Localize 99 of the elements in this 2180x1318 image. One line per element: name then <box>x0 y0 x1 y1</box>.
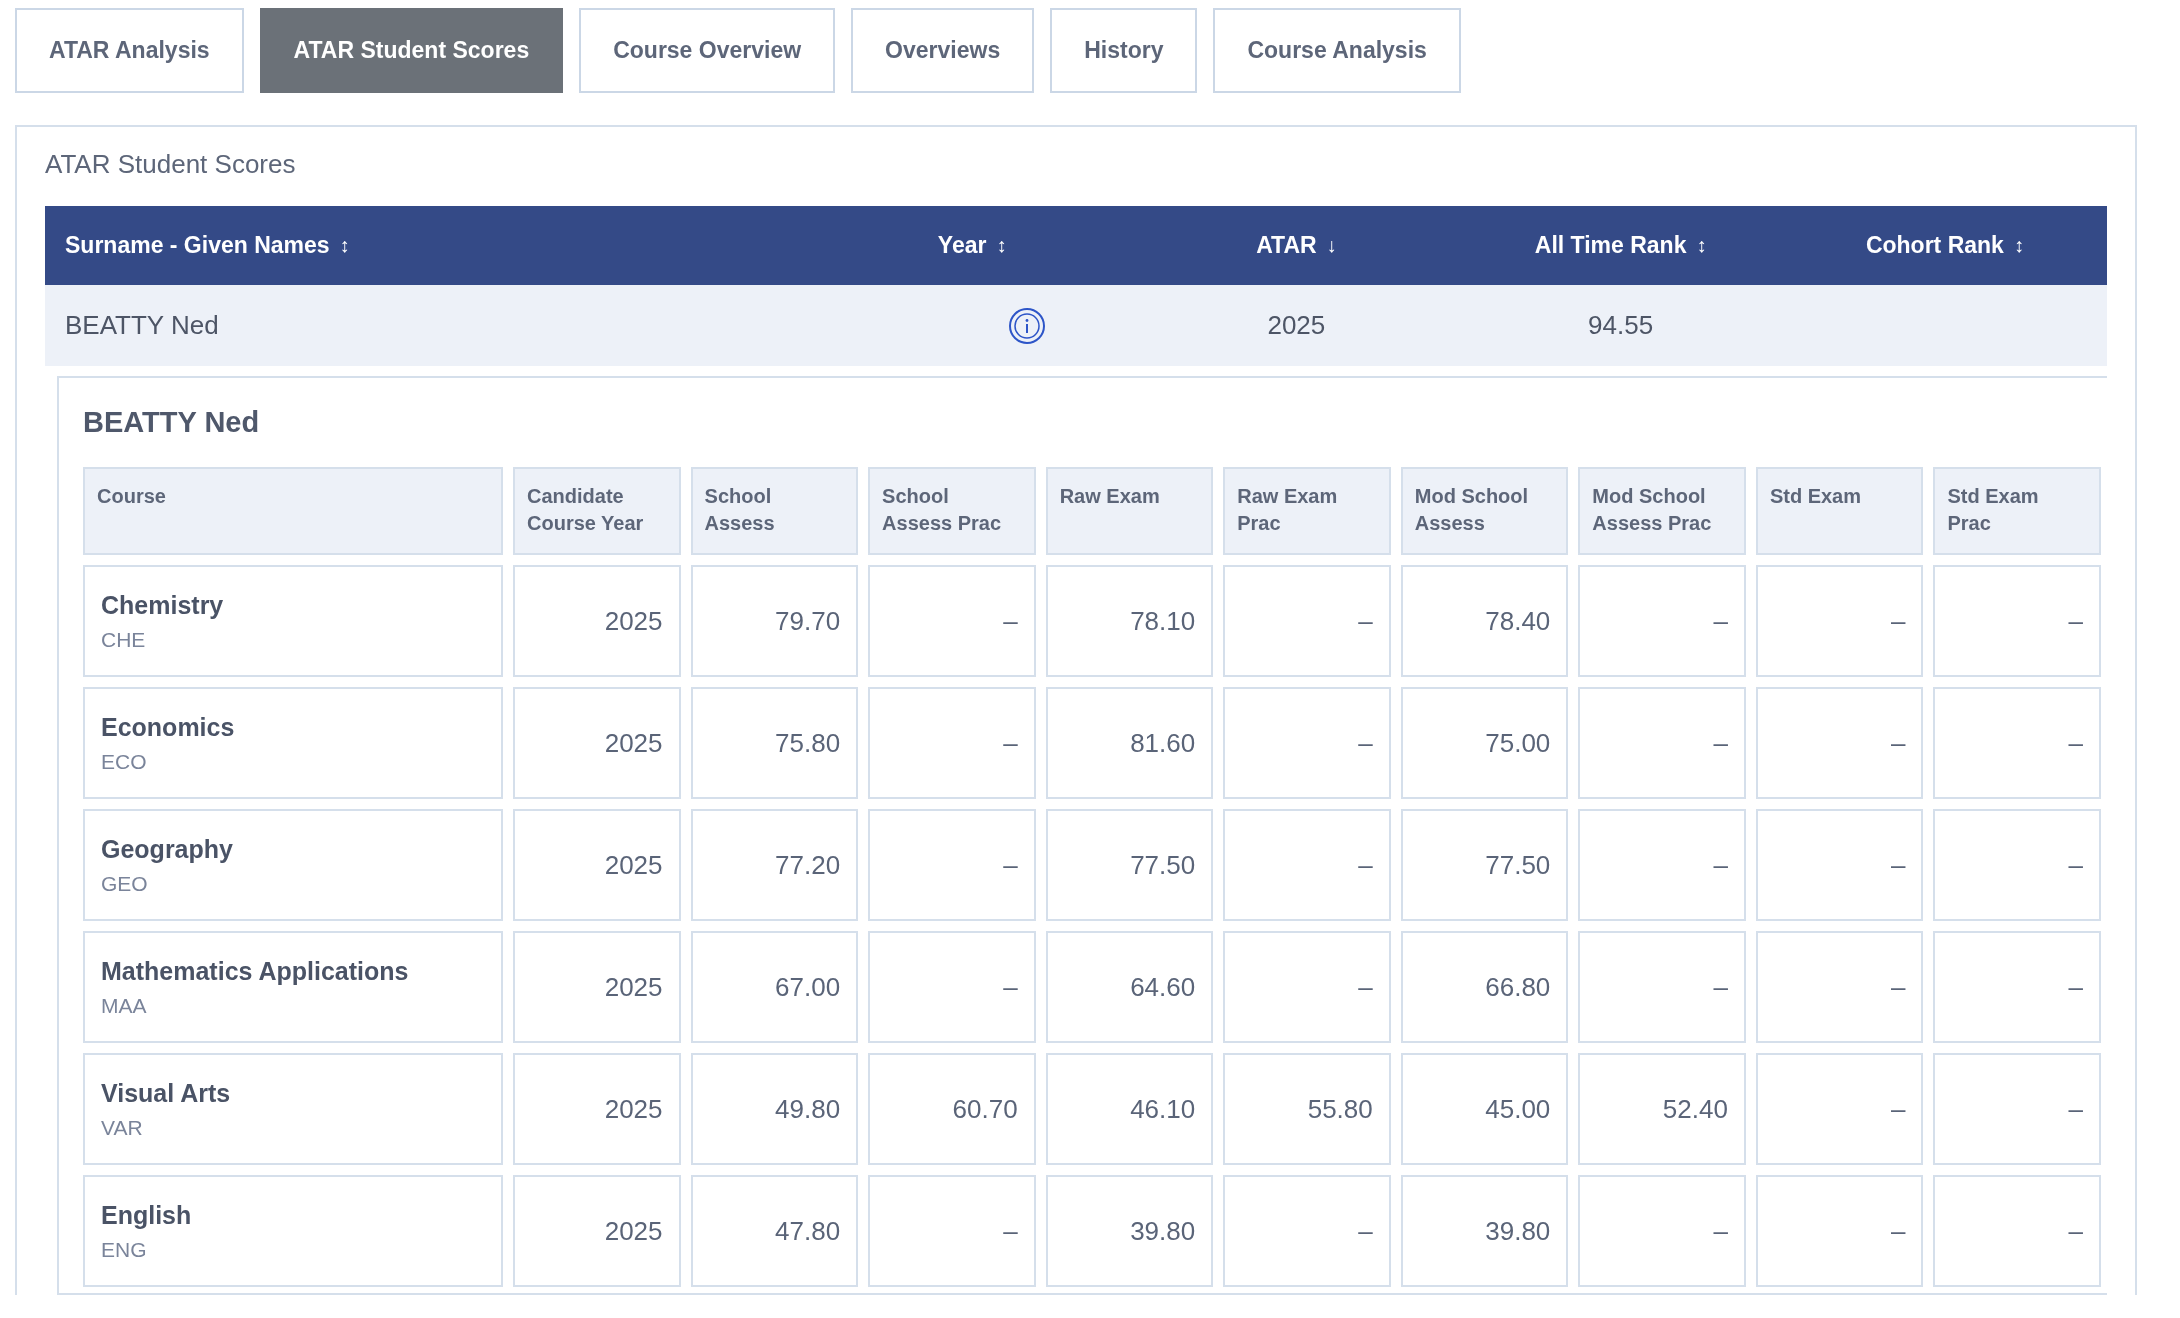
table-cell: 60.70 <box>868 1053 1036 1165</box>
detail-title: BEATTY Ned <box>83 406 261 439</box>
table-cell: 2025 <box>513 687 681 799</box>
course-code: ENG <box>101 1237 148 1262</box>
table-cell: 64.60 <box>1045 931 1214 1043</box>
column-header: School Assess Prac <box>868 467 1036 555</box>
table-cell: 2025 <box>513 1175 681 1287</box>
tab[interactable]: History <box>1050 8 1198 93</box>
student-name: BEATTY Ned <box>64 310 220 341</box>
column-header: School Assess <box>690 467 859 555</box>
tab[interactable]: Course Overview <box>579 8 836 93</box>
course-code: CHE <box>101 627 147 652</box>
course-name: Visual Arts <box>101 1078 232 1108</box>
course-name: Geography <box>101 834 234 864</box>
table-cell: – <box>1755 809 1924 921</box>
tab[interactable]: Course Analysis <box>1213 8 1461 93</box>
table-cell: – <box>1933 809 2101 921</box>
sort-icon: ↕ <box>996 234 1007 257</box>
course-name: Chemistry <box>101 590 225 620</box>
course-code: GEO <box>101 871 149 896</box>
column-header[interactable]: Surname - Given Names ↕ <box>65 232 350 259</box>
table-cell: – <box>1223 565 1391 677</box>
table-cell: 67.00 <box>690 931 859 1043</box>
column-header[interactable]: ATAR ↓ <box>1256 232 1337 259</box>
table-cell: – <box>1223 687 1391 799</box>
table-cell: 49.80 <box>690 1053 859 1165</box>
table-cell: 79.70 <box>690 565 859 677</box>
table-cell: – <box>1933 687 2101 799</box>
table-cell: – <box>1223 809 1391 921</box>
table-cell: 75.80 <box>690 687 859 799</box>
table-cell: 45.00 <box>1400 1053 1569 1165</box>
table-cell: – <box>1933 1175 2101 1287</box>
sort-icon: ↕ <box>2013 234 2024 257</box>
table-cell: – <box>1755 687 1924 799</box>
course-name: Economics <box>101 712 236 742</box>
column-header: Mod School Assess Prac <box>1578 467 1746 555</box>
table-cell: 66.80 <box>1400 931 1569 1043</box>
table-cell: – <box>1578 809 1746 921</box>
column-header[interactable]: Cohort Rank ↕ <box>1865 232 2024 259</box>
table-cell: – <box>1578 1175 1746 1287</box>
table-cell: – <box>868 809 1036 921</box>
table-cell: – <box>1933 1053 2101 1165</box>
table-cell-text: 2025 <box>1266 310 1327 341</box>
table-cell: – <box>1755 931 1924 1043</box>
sort-icon: ↕ <box>1696 234 1707 257</box>
course-name: English <box>101 1200 193 1230</box>
column-header: Candidate Course Year <box>513 467 681 555</box>
sort-icon: ↓ <box>1326 234 1337 257</box>
table-cell: – <box>1933 565 2101 677</box>
column-header[interactable]: Year ↕ <box>937 232 1007 259</box>
table-cell: – <box>1578 931 1746 1043</box>
table-cell: – <box>1578 687 1746 799</box>
table-cell: 77.50 <box>1045 809 1214 921</box>
tab[interactable]: ATAR Analysis <box>15 8 244 93</box>
course-code: VAR <box>101 1115 144 1140</box>
table-cell: 46.10 <box>1045 1053 1214 1165</box>
table-cell: – <box>1933 931 2101 1043</box>
table-cell: 77.50 <box>1400 809 1569 921</box>
table-cell: 39.80 <box>1400 1175 1569 1287</box>
table-cell: 2025 <box>513 809 681 921</box>
table-cell: 39.80 <box>1045 1175 1214 1287</box>
table-cell: – <box>1223 1175 1391 1287</box>
table-cell: – <box>868 1175 1036 1287</box>
sort-icon: ↕ <box>339 234 350 257</box>
table-cell: 75.00 <box>1400 687 1569 799</box>
table-cell: 2025 <box>513 565 681 677</box>
table-cell: 55.80 <box>1223 1053 1391 1165</box>
table-cell: 78.40 <box>1400 565 1569 677</box>
table-cell: – <box>1755 1053 1924 1165</box>
table-cell: 81.60 <box>1045 687 1214 799</box>
course-name: Mathematics Applications <box>101 956 410 986</box>
table-cell: 78.10 <box>1045 565 1214 677</box>
column-header: Course <box>83 467 503 555</box>
table-cell: – <box>1755 1175 1924 1287</box>
table-cell: – <box>1223 931 1391 1043</box>
table-cell: – <box>1755 565 1924 677</box>
table-cell: 2025 <box>513 1053 681 1165</box>
table-row[interactable]: BEATTY Ned 2025 94.55 <box>45 285 2107 366</box>
course-code: ECO <box>101 749 148 774</box>
table-cell: – <box>868 565 1036 677</box>
tab[interactable]: Overviews <box>851 8 1035 93</box>
column-header: Std Exam <box>1755 467 1924 555</box>
table-cell: – <box>868 687 1036 799</box>
column-header: Mod School Assess <box>1400 467 1569 555</box>
table-cell: 77.20 <box>690 809 859 921</box>
panel-title: ATAR Student Scores <box>45 149 297 180</box>
table-cell: 52.40 <box>1578 1053 1746 1165</box>
info-icon[interactable] <box>1008 306 1047 345</box>
column-header: Raw Exam Prac <box>1223 467 1391 555</box>
column-header: Std Exam Prac <box>1933 467 2101 555</box>
table-cell-text: 94.55 <box>1587 310 1655 341</box>
table-cell: – <box>868 931 1036 1043</box>
table-cell: 2025 <box>513 931 681 1043</box>
tab[interactable]: ATAR Student Scores <box>259 8 564 93</box>
course-code: MAA <box>101 993 148 1018</box>
column-header[interactable]: All Time Rank ↕ <box>1534 232 1707 259</box>
table-cell: 47.80 <box>690 1175 859 1287</box>
column-header: Raw Exam <box>1045 467 1214 555</box>
table-cell: – <box>1578 565 1746 677</box>
